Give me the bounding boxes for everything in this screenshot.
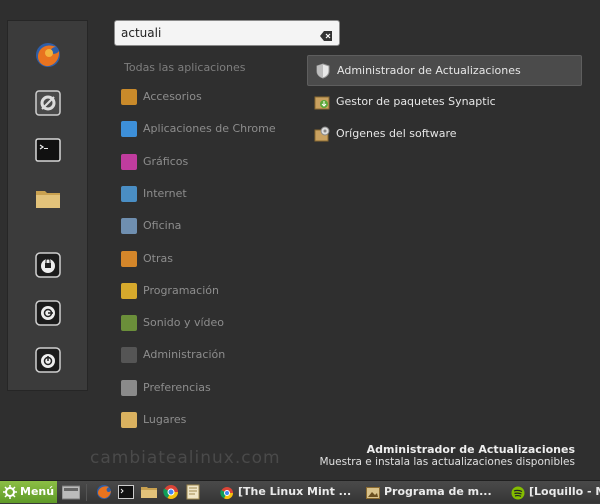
category-label: Sonido y vídeo	[143, 316, 225, 330]
search-result-label: Administrador de Actualizaciones	[337, 64, 521, 77]
power-icon[interactable]	[34, 346, 62, 374]
programming-icon	[121, 282, 137, 299]
category-item[interactable]: Aplicaciones de Chrome	[119, 117, 299, 141]
favorites-panel	[7, 20, 88, 391]
menu-button-label: Menú	[20, 485, 55, 498]
taskbar-window-label: [Loquillo - M	[529, 485, 600, 498]
files-icon[interactable]	[61, 484, 81, 500]
lock-screen-icon[interactable]	[34, 251, 62, 279]
category-label: Administración	[143, 348, 226, 362]
clear-search-icon[interactable]	[320, 27, 333, 41]
selected-app-description: Muestra e instala las actualizaciones di…	[319, 456, 575, 468]
preferences-icon	[121, 379, 137, 396]
taskbar-window-button[interactable]: Programa de m...	[364, 482, 504, 502]
taskbar-window-label: Programa de m...	[384, 485, 492, 498]
category-label: Preferencias	[143, 380, 211, 394]
folder-icon[interactable]	[34, 184, 62, 212]
folder-icon[interactable]	[141, 484, 157, 500]
watermark: cambiatealinux.com	[90, 448, 281, 468]
software-sources-icon	[314, 126, 330, 142]
search-result-item[interactable]: Orígenes del software	[307, 119, 582, 150]
category-label: Lugares	[143, 413, 187, 426]
category-label: Aplicaciones de Chrome	[143, 122, 276, 136]
taskbar-window-label: [The Linux Mint ...	[238, 485, 352, 498]
image-viewer-icon	[366, 485, 380, 499]
category-item[interactable]: Administración	[119, 343, 299, 367]
accessories-icon	[121, 89, 137, 105]
chrome-icon[interactable]	[163, 484, 179, 500]
firefox-icon[interactable]	[34, 41, 62, 69]
package-icon	[314, 94, 330, 110]
category-item[interactable]: Oficina	[119, 214, 299, 238]
search-result-item[interactable]: Gestor de paquetes Synaptic	[307, 87, 582, 118]
settings-icon[interactable]	[34, 89, 62, 117]
other-icon	[121, 250, 137, 267]
taskbar-window-button[interactable]: [Loquillo - M	[509, 482, 600, 502]
logout-icon[interactable]	[34, 299, 62, 327]
terminal-icon[interactable]	[118, 484, 134, 500]
menu-button[interactable]: Menú	[0, 481, 57, 503]
firefox-icon[interactable]	[96, 484, 112, 500]
administration-icon	[121, 347, 137, 364]
office-icon	[121, 218, 137, 235]
internet-icon	[121, 185, 137, 202]
terminal-icon[interactable]	[34, 136, 62, 164]
search-result-label: Gestor de paquetes Synaptic	[336, 95, 496, 108]
search-result-item[interactable]: Administrador de Actualizaciones	[307, 55, 582, 86]
multimedia-icon	[121, 315, 137, 332]
category-item[interactable]: Internet	[119, 182, 299, 206]
all-applications-header[interactable]: Todas las aplicaciones	[124, 61, 245, 74]
application-menu: Todas las aplicaciones Accesorios Aplicac…	[0, 0, 600, 480]
chrome-icon	[121, 121, 137, 138]
selected-app-title: Administrador de Actualizaciones	[366, 443, 575, 456]
category-item[interactable]: Otras	[119, 247, 299, 271]
category-item[interactable]: Lugares	[119, 408, 299, 432]
search-input[interactable]	[121, 24, 311, 42]
category-label: Oficina	[143, 219, 182, 233]
graphics-icon	[121, 153, 137, 170]
search-result-label: Orígenes del software	[336, 127, 457, 140]
taskbar: Menú [The Linux Mint ... Programa de m...…	[0, 480, 600, 503]
text-editor-icon[interactable]	[185, 484, 201, 500]
shield-icon	[315, 63, 331, 79]
folder-icon	[121, 412, 137, 428]
taskbar-window-button[interactable]: [The Linux Mint ...	[218, 482, 358, 502]
category-item[interactable]: Programación	[119, 279, 299, 303]
category-label: Accesorios	[143, 90, 202, 103]
category-item[interactable]: Preferencias	[119, 376, 299, 400]
category-item[interactable]: Sonido y vídeo	[119, 311, 299, 335]
category-item[interactable]: Gráficos	[119, 150, 299, 174]
chrome-icon	[220, 485, 234, 500]
category-label: Gráficos	[143, 154, 189, 168]
category-label: Internet	[143, 186, 187, 200]
category-label: Programación	[143, 283, 219, 297]
search-box	[114, 20, 340, 46]
category-label: Otras	[143, 251, 173, 265]
category-item[interactable]: Accesorios	[119, 85, 299, 109]
taskbar-separator	[86, 484, 87, 501]
spotify-icon	[511, 485, 525, 500]
gear-icon	[3, 485, 17, 499]
